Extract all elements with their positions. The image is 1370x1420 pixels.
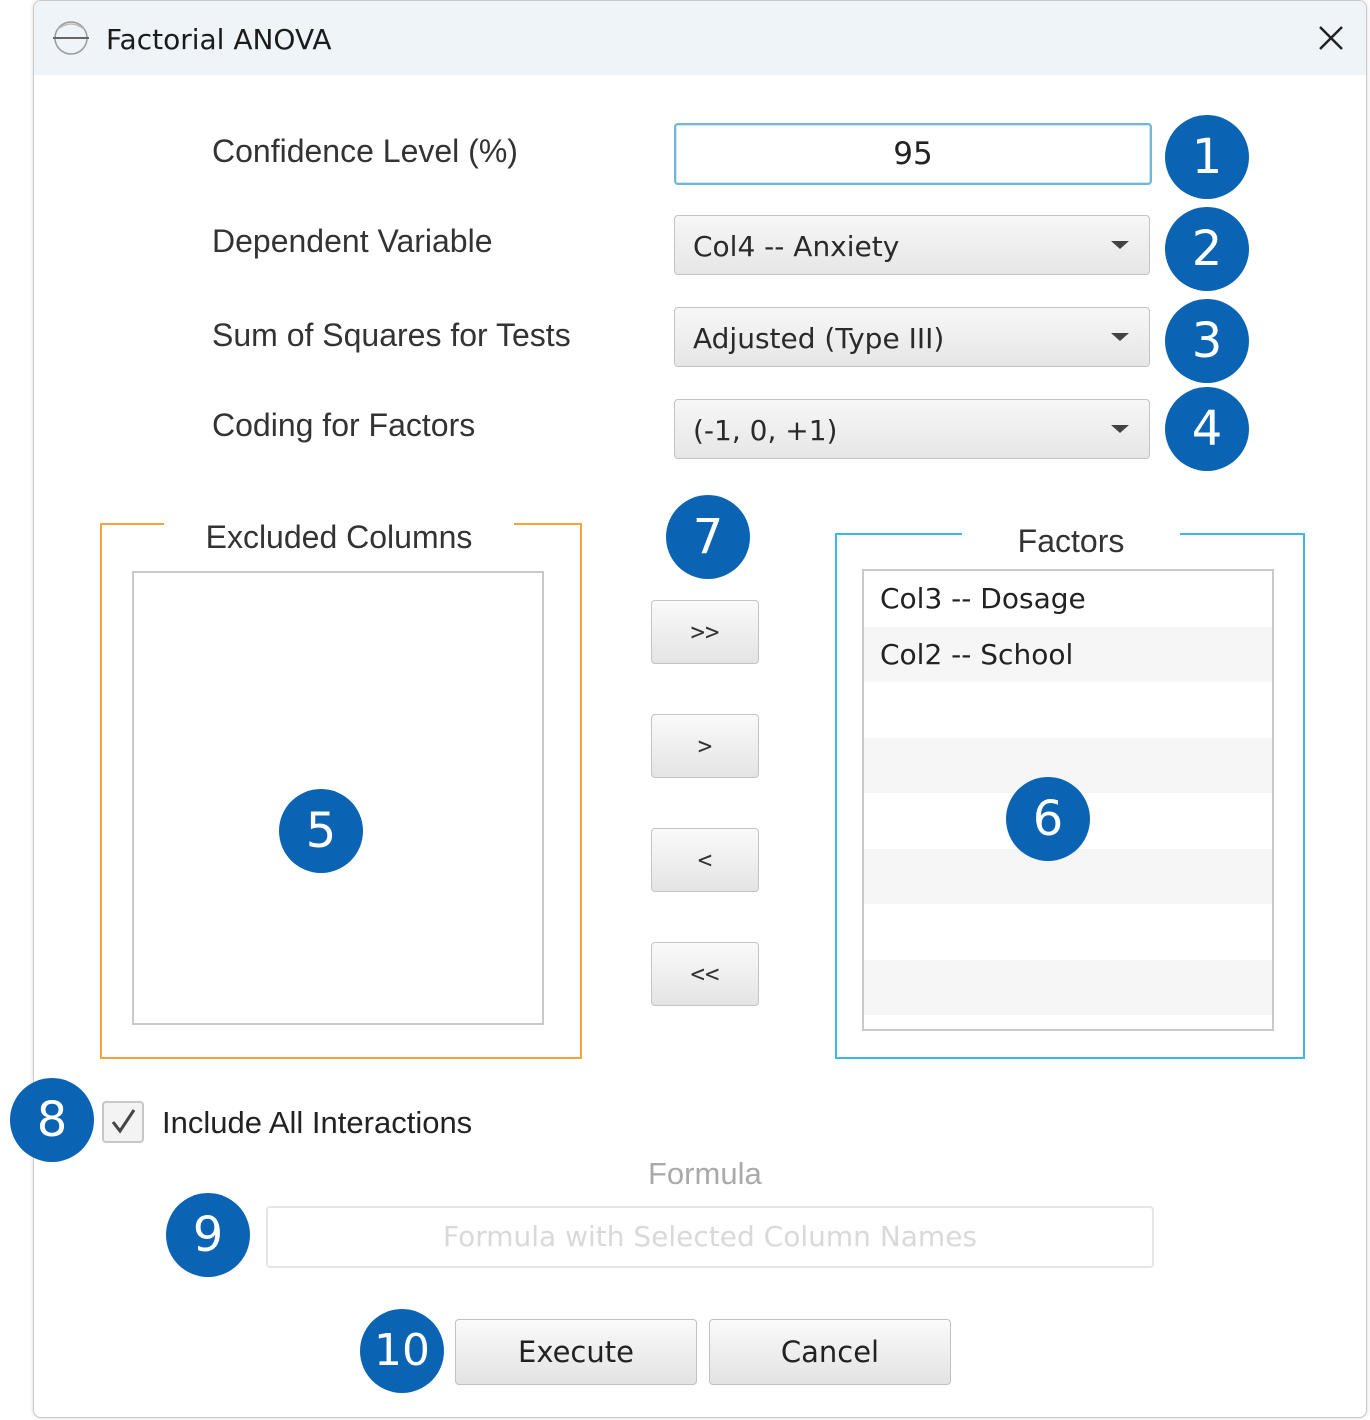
callout-badge-5: 5 [279,789,363,873]
add-selected-button[interactable]: > [651,714,759,778]
callout-badge-8: 8 [10,1078,94,1162]
callout-badge-3: 3 [1165,299,1249,383]
empty-list-row [864,682,1272,738]
remove-all-button[interactable]: << [651,942,759,1006]
app-logo-icon [53,21,89,55]
window-title: Factorial ANOVA [106,23,332,56]
callout-badge-4: 4 [1165,387,1249,471]
chevron-down-icon [1111,333,1129,341]
sum-of-squares-label: Sum of Squares for Tests [212,317,571,353]
empty-list-row [864,848,1272,904]
close-icon[interactable] [1310,17,1352,59]
chevron-down-icon [1111,241,1129,249]
dependent-variable-label: Dependent Variable [212,223,493,259]
empty-list-row [864,904,1272,960]
sum-of-squares-select[interactable]: Adjusted (Type III) [674,307,1150,367]
coding-for-factors-value: (-1, 0, +1) [693,414,838,447]
confidence-level-input[interactable]: 95 [674,123,1152,185]
coding-for-factors-label: Coding for Factors [212,407,476,443]
dependent-variable-select[interactable]: Col4 -- Anxiety [674,215,1150,275]
sum-of-squares-value: Adjusted (Type III) [693,322,945,355]
execute-button[interactable]: Execute [455,1319,697,1385]
formula-input[interactable]: Formula with Selected Column Names [266,1206,1154,1268]
factors-title: Factors [962,519,1180,563]
confidence-level-label: Confidence Level (%) [212,133,518,169]
formula-title: Formula [648,1156,762,1191]
factorial-anova-dialog: Factorial ANOVA Confidence Level (%) 95 … [33,0,1367,1418]
list-item[interactable]: Col3 -- Dosage [864,571,1272,627]
title-bar: Factorial ANOVA [34,1,1366,75]
callout-badge-9: 9 [166,1193,250,1277]
callout-badge-1: 1 [1165,115,1249,199]
dependent-variable-value: Col4 -- Anxiety [693,230,900,263]
chevron-down-icon [1111,425,1129,433]
callout-badge-10: 10 [360,1309,444,1393]
coding-for-factors-select[interactable]: (-1, 0, +1) [674,399,1150,459]
empty-list-row [864,959,1272,1015]
remove-selected-button[interactable]: < [651,828,759,892]
callout-badge-7: 7 [666,495,750,579]
include-interactions-checkbox[interactable] [102,1101,144,1143]
add-all-button[interactable]: >> [651,600,759,664]
callout-badge-6: 6 [1006,777,1090,861]
excluded-columns-title: Excluded Columns [164,515,514,559]
include-interactions-label: Include All Interactions [162,1105,473,1140]
list-item[interactable]: Col2 -- School [864,626,1272,682]
checkmark-icon [111,1109,136,1134]
callout-badge-2: 2 [1165,207,1249,291]
cancel-button[interactable]: Cancel [709,1319,951,1385]
